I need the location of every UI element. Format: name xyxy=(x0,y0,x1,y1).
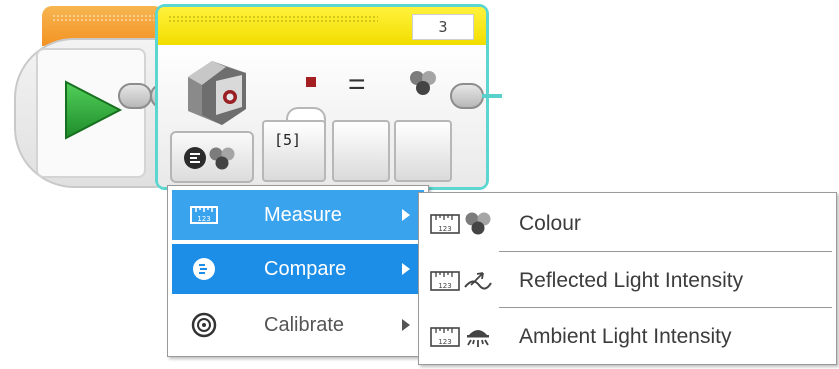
port-selector[interactable]: 3 xyxy=(412,14,474,40)
menu-item-calibrate[interactable]: Calibrate xyxy=(172,300,424,350)
menu-item-label: Calibrate xyxy=(264,313,345,336)
chevron-right-icon xyxy=(402,209,410,221)
menu-item-label: Measure xyxy=(264,203,342,226)
colour-sensor-icon xyxy=(188,61,246,125)
stop-square-icon xyxy=(306,77,316,87)
submenu-divider xyxy=(499,251,832,252)
submenu-item-label: Colour xyxy=(519,211,581,235)
submenu-icons: 123 xyxy=(429,267,513,295)
ruler-icon: 123 xyxy=(430,270,460,291)
reflected-light-icon xyxy=(464,271,492,289)
submenu-icons: 123 xyxy=(429,323,513,351)
colour-sensor-block[interactable]: 3 = [5] xyxy=(155,4,489,190)
svg-text:123: 123 xyxy=(438,282,451,290)
menu-item-label: Compare xyxy=(264,257,347,280)
parameter-slot-colours[interactable]: [5] xyxy=(262,120,326,182)
compare-icon xyxy=(193,258,215,280)
menu-item-measure[interactable]: 123 Measure xyxy=(172,190,424,240)
mode-selector-button[interactable] xyxy=(170,131,254,183)
operator-symbol: = xyxy=(348,68,366,101)
submenu-item-label: Ambient Light Intensity xyxy=(519,324,732,348)
colour-dots-icon xyxy=(465,212,491,234)
sequence-wire xyxy=(482,94,502,98)
submenu-divider xyxy=(499,307,832,308)
chevron-right-icon xyxy=(402,263,410,275)
menu-item-compare[interactable]: Compare xyxy=(172,244,424,294)
submenu-icons: 123 xyxy=(429,210,513,238)
parameter-slot-output-1[interactable] xyxy=(332,120,390,182)
svg-text:123: 123 xyxy=(438,338,451,346)
submenu-item-reflected-light[interactable]: 123 Reflected Light Intensity xyxy=(419,253,836,308)
parameter-value: [5] xyxy=(274,131,302,149)
ambient-light-icon xyxy=(467,329,489,347)
colour-dots-icon xyxy=(410,71,436,95)
ruler-icon: 123 xyxy=(190,206,218,224)
svg-text:123: 123 xyxy=(197,215,210,223)
submenu-item-colour[interactable]: 123 Colour xyxy=(419,196,836,251)
ruler-icon: 123 xyxy=(430,326,460,347)
chevron-right-icon xyxy=(402,319,410,331)
mode-menu: 123 Measure Compare Calibrate xyxy=(167,185,429,357)
play-icon[interactable] xyxy=(60,78,124,142)
submenu-item-ambient-light[interactable]: 123 Ambient Light Intensity xyxy=(419,309,836,364)
start-block-body xyxy=(14,38,164,188)
submenu-item-label: Reflected Light Intensity xyxy=(519,268,744,292)
target-icon xyxy=(191,312,217,338)
compare-mode-icon xyxy=(184,147,235,170)
svg-text:123: 123 xyxy=(438,225,451,233)
ruler-icon: 123 xyxy=(430,213,460,234)
sequence-connector-right[interactable] xyxy=(450,83,484,109)
sequence-connector-out[interactable] xyxy=(118,83,152,109)
sensor-block-header: 3 xyxy=(158,7,486,45)
start-block-inner xyxy=(36,48,146,178)
measure-submenu: 123 Colour 123 Reflected Light Intensity xyxy=(418,192,837,365)
parameter-slot-output-2[interactable] xyxy=(394,120,452,182)
